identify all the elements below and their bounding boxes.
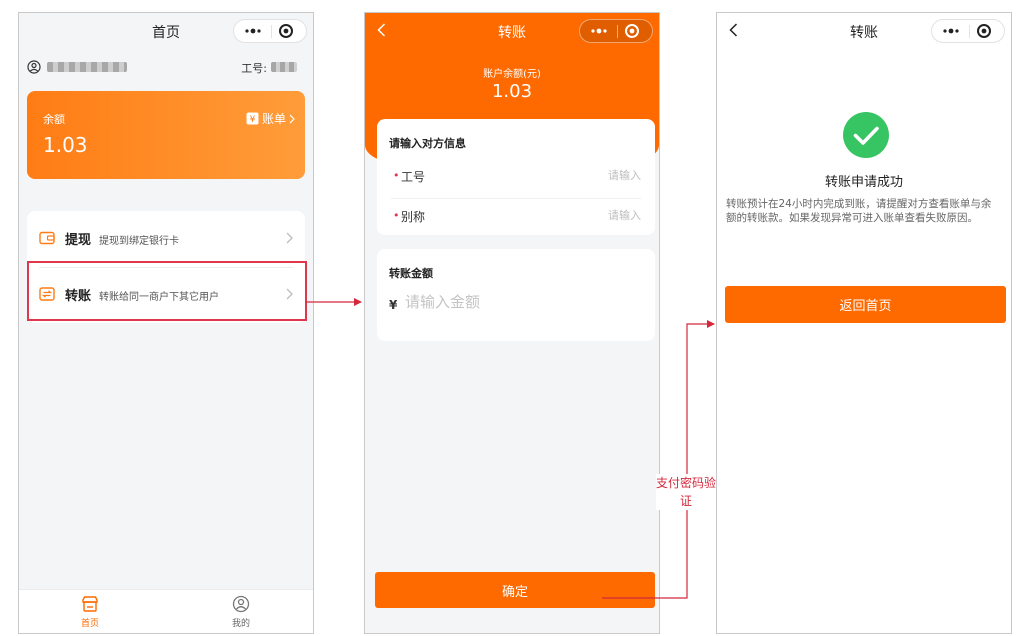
alias-row: • 别称 [391,199,641,239]
result-navbar: 转账 [717,13,1011,47]
home-navbar: 首页 [19,13,313,47]
chevron-right-icon [286,232,293,244]
success-title: 转账申请成功 [824,175,903,190]
confirm-button[interactable]: 确定 [375,572,655,608]
bill-link[interactable]: ¥ 账单 [246,110,295,127]
user-info-row: 工号: [27,59,303,77]
required-mark: • [393,169,400,182]
account-balance-label: 账户余额(元) [483,69,541,80]
capsule-divider [271,25,272,38]
tab-mine-label: 我的 [231,619,250,629]
close-target-icon[interactable] [278,23,294,39]
currency-symbol: ¥ [389,298,398,312]
chevron-right-icon [289,114,295,123]
capsule-divider [969,25,970,38]
account-balance-value: 1.03 [491,81,533,102]
job-number-row: • 工号 [391,159,641,199]
balance-card: 余额 1.03 ¥ 账单 [27,91,305,179]
balance-value: 1.03 [43,133,88,157]
close-target-icon[interactable] [624,23,640,39]
bill-icon: ¥ [246,112,259,125]
mini-program-capsule [931,19,1005,43]
profile-icon [232,595,250,613]
balance-label: 余额 [43,113,65,126]
return-home-button[interactable]: 返回首页 [725,286,1006,323]
required-mark: • [393,209,400,222]
capsule-divider [617,25,618,38]
close-target-icon[interactable] [976,23,992,39]
wallet-icon [39,231,55,245]
result-screen: 转账 转账申请成功 转账预计在24小时内完成到账，请提醒对方查看账单与余额的转账… [716,12,1012,634]
bill-label: 账单 [261,112,286,126]
tab-home-label: 首页 [80,619,99,629]
tab-home[interactable]: 首页 [60,595,120,629]
alias-label: 别称 [401,210,426,224]
store-icon [82,596,98,612]
menu-item-withdraw[interactable]: 提现 提现到绑定银行卡 [27,211,305,267]
svg-text:¥: ¥ [250,115,256,125]
more-icon[interactable] [588,24,610,38]
transfer-highlight-box [27,261,307,321]
job-number-label: 工号: [241,62,267,75]
amount-input[interactable] [405,293,625,311]
menu-desc-withdraw: 提现到绑定银行卡 [99,236,179,247]
alias-input[interactable] [521,209,641,222]
masked-username [47,62,127,72]
recipient-info-card: 请输入对方信息 • 工号 • 别称 [377,119,655,235]
job-number-input[interactable] [521,169,641,182]
amount-heading: 转账金额 [389,267,433,280]
masked-job-number [271,62,297,72]
menu-title-withdraw: 提现 [65,233,92,248]
home-screen: 首页 工号: 余额 1.03 ¥ 账单 提现 提现到绑定银行卡 转账 转账给同一… [18,12,314,634]
user-icon [27,60,41,74]
flow-annotation: 支付密码验证 [656,474,717,510]
mini-program-capsule [579,19,653,43]
more-icon[interactable] [242,24,264,38]
tab-mine[interactable]: 我的 [211,595,271,629]
transfer-screen: 转账 账户余额(元) 1.03 请输入对方信息 • 工号 • 别称 转账金额 ¥… [364,12,660,634]
mini-program-capsule [233,19,307,43]
amount-card: 转账金额 ¥ [377,249,655,341]
transfer-navbar: 转账 [365,13,659,47]
recipient-info-heading: 请输入对方信息 [389,137,466,150]
tab-bar: 首页 我的 [19,589,313,633]
more-icon[interactable] [940,24,962,38]
success-description: 转账预计在24小时内完成到账，请提醒对方查看账单与余额的转账款。如果发现异常可进… [726,198,992,224]
success-check-icon [843,112,889,158]
job-number-label: 工号 [401,170,426,184]
